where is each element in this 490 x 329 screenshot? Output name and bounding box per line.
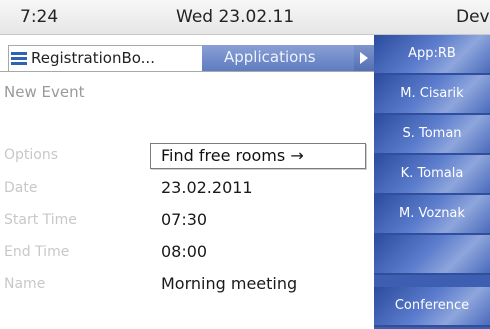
sidebar-button-empty[interactable] (374, 235, 490, 275)
name-label: Name (4, 276, 46, 292)
tab-scroll-right-icon[interactable] (354, 45, 374, 71)
sidebar-button-s-toman[interactable]: S. Toman (374, 115, 490, 155)
date-label: Date (4, 180, 38, 196)
sidebar-button-conference[interactable]: Conference (374, 287, 490, 327)
sidebar-button-app-rb[interactable]: App:RB (374, 35, 490, 75)
tab-registration-book[interactable]: RegistrationBo... (8, 45, 204, 71)
sidebar-button-k-tomala[interactable]: K. Tomala (374, 155, 490, 195)
tab-label: Applications (224, 48, 316, 66)
end-time-label: End Time (4, 244, 70, 260)
tab-label: RegistrationBo... (31, 49, 155, 67)
sidebar-button-m-voznak[interactable]: M. Voznak (374, 195, 490, 235)
find-free-rooms-button[interactable]: Find free rooms → (150, 143, 366, 169)
find-free-rooms-label: Find free rooms → (161, 146, 304, 165)
date-field[interactable]: 23.02.2011 (161, 178, 253, 197)
status-date: Wed 23.02.11 (176, 7, 295, 27)
options-label: Options (4, 147, 59, 163)
end-time-field[interactable]: 08:00 (161, 242, 207, 261)
status-device: Dev (456, 7, 490, 27)
sidebar: App:RB M. Cisarik S. Toman K. Tomala M. … (374, 35, 490, 329)
tab-bar: RegistrationBo... Applications (0, 45, 374, 71)
status-time: 7:24 (20, 7, 59, 27)
tab-applications[interactable]: Applications (202, 45, 354, 71)
sidebar-button-m-cisarik[interactable]: M. Cisarik (374, 75, 490, 115)
status-bar: 7:24 Wed 23.02.11 Dev (0, 0, 490, 35)
name-field[interactable]: Morning meeting (161, 274, 297, 293)
form-title: New Event (4, 83, 85, 101)
tab-divider (0, 71, 374, 72)
menu-icon (11, 52, 27, 66)
start-time-field[interactable]: 07:30 (161, 210, 207, 229)
start-time-label: Start Time (4, 212, 77, 228)
